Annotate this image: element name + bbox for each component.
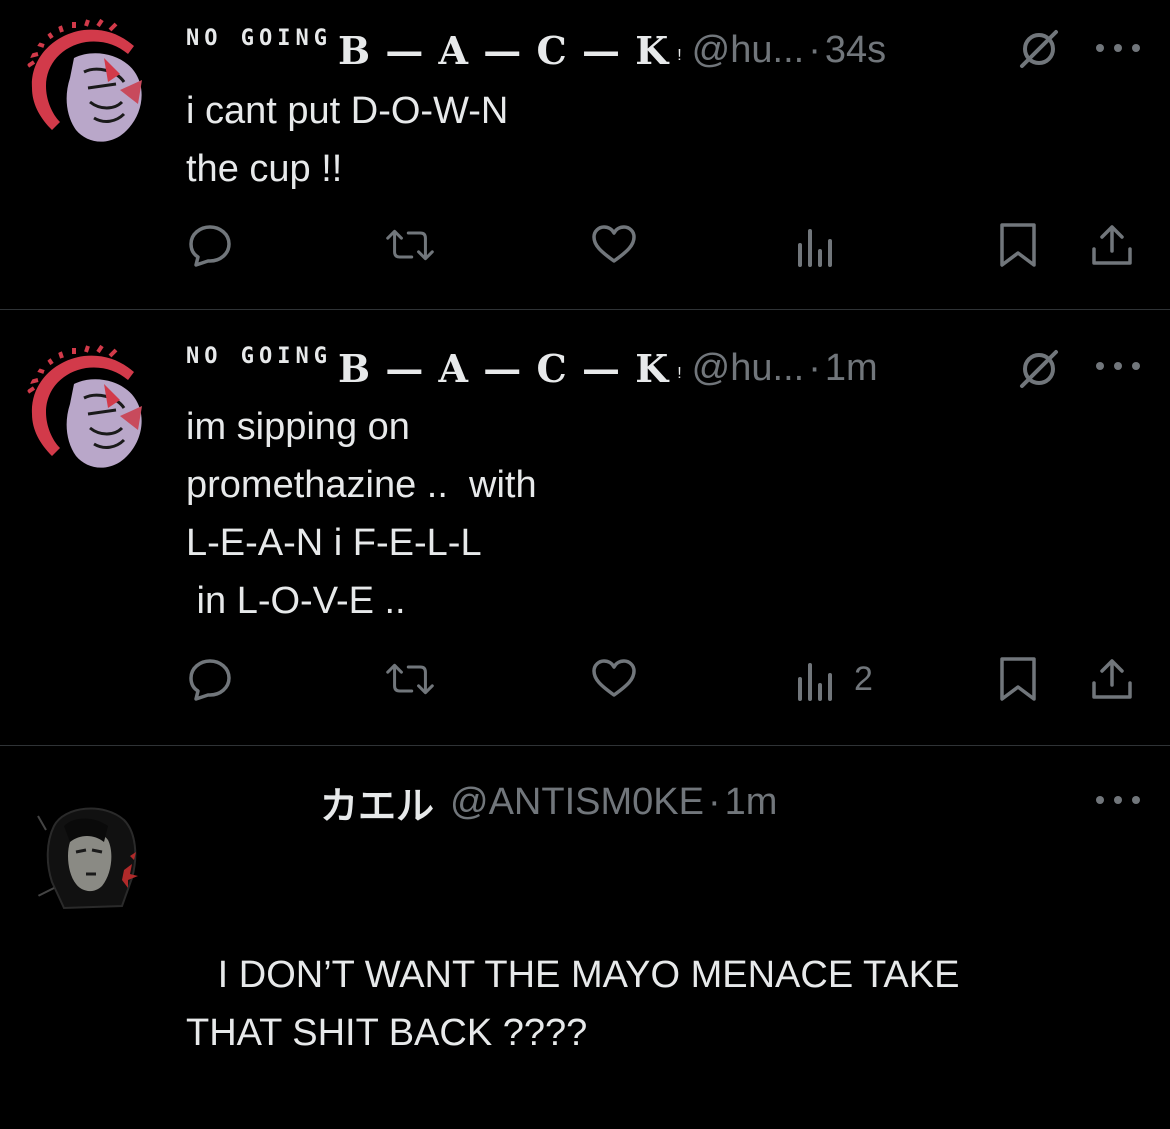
display-name-suffix: ! bbox=[677, 47, 682, 64]
timestamp[interactable]: 1m bbox=[825, 347, 878, 390]
separator-dot: · bbox=[707, 780, 721, 823]
tweet-header: カエル @ANTISM0KE · 1m bbox=[320, 772, 777, 832]
bookmark-button[interactable] bbox=[994, 654, 1042, 704]
display-name[interactable]: B — A — C — K bbox=[338, 28, 669, 73]
more-icon[interactable] bbox=[1096, 790, 1140, 810]
tweet-text: I DON’T WANT THE MAYO MENACE TAKE THAT S… bbox=[186, 954, 960, 1054]
bookmark-icon bbox=[1000, 657, 1036, 701]
repost-icon bbox=[386, 229, 434, 261]
display-name[interactable]: カエル bbox=[320, 775, 434, 830]
timestamp[interactable]: 34s bbox=[825, 29, 886, 72]
display-name-suffix: ! bbox=[677, 365, 682, 382]
username[interactable]: @hu... bbox=[692, 347, 805, 390]
more-icon[interactable] bbox=[1096, 356, 1140, 376]
tweet-header: NO GOING B — A — C — K ! @hu... · 34s bbox=[186, 20, 886, 80]
views-icon bbox=[798, 229, 832, 267]
grok-icon[interactable] bbox=[1016, 346, 1062, 392]
views-button[interactable]: 2 bbox=[792, 654, 873, 704]
timestamp[interactable]: 1m bbox=[725, 781, 778, 824]
reply-icon bbox=[189, 659, 231, 701]
timeline-feed: NO GOING B — A — C — K ! @hu... · 34s i … bbox=[0, 0, 1170, 1129]
views-count: 2 bbox=[854, 659, 873, 698]
avatar[interactable] bbox=[24, 344, 160, 480]
username[interactable]: @hu... bbox=[692, 29, 805, 72]
avatar-image bbox=[24, 344, 160, 480]
like-button[interactable] bbox=[590, 654, 638, 704]
avatar-image bbox=[24, 786, 160, 922]
reply-button[interactable] bbox=[186, 220, 234, 270]
grok-icon[interactable] bbox=[1016, 26, 1062, 72]
repost-icon bbox=[386, 663, 434, 695]
bookmark-icon bbox=[1000, 223, 1036, 267]
tweet[interactable]: NO GOING B — A — C — K ! @hu... · 1m im … bbox=[0, 310, 1170, 746]
tweet-text: im sipping on promethazine .. with L-E-A… bbox=[186, 406, 537, 622]
bookmark-button[interactable] bbox=[994, 220, 1042, 270]
tweet-text: i cant put D-O-W-N the cup !! bbox=[186, 90, 509, 190]
more-icon[interactable] bbox=[1096, 38, 1140, 58]
heart-icon bbox=[592, 225, 636, 263]
share-button[interactable] bbox=[1088, 220, 1136, 270]
separator-dot: · bbox=[808, 346, 821, 389]
repost-button[interactable] bbox=[386, 654, 434, 704]
tweet[interactable]: カエル @ANTISM0KE · 1m I DON’T WANT THE MAY… bbox=[0, 746, 1170, 1129]
tweet-actions bbox=[0, 220, 1170, 270]
tweet-actions: 2 bbox=[0, 654, 1170, 704]
tweet-header: NO GOING B — A — C — K ! @hu... · 1m bbox=[186, 338, 878, 398]
display-name-prefix[interactable]: NO GOING bbox=[186, 344, 332, 369]
repost-button[interactable] bbox=[386, 220, 434, 270]
views-button[interactable] bbox=[792, 220, 854, 270]
separator-dot: · bbox=[808, 28, 821, 71]
reply-icon bbox=[189, 225, 231, 267]
share-icon bbox=[1092, 659, 1132, 699]
avatar[interactable] bbox=[24, 786, 160, 922]
reply-button[interactable] bbox=[186, 654, 234, 704]
avatar-image bbox=[24, 18, 160, 154]
display-name-prefix[interactable]: NO GOING bbox=[186, 26, 332, 51]
like-button[interactable] bbox=[590, 220, 638, 270]
share-icon bbox=[1092, 225, 1132, 265]
share-button[interactable] bbox=[1088, 654, 1136, 704]
tweet[interactable]: NO GOING B — A — C — K ! @hu... · 34s i … bbox=[0, 0, 1170, 310]
views-icon bbox=[798, 663, 832, 701]
heart-icon bbox=[592, 659, 636, 697]
display-name[interactable]: B — A — C — K bbox=[338, 346, 669, 391]
username[interactable]: @ANTISM0KE bbox=[450, 781, 704, 824]
avatar[interactable] bbox=[24, 18, 160, 154]
